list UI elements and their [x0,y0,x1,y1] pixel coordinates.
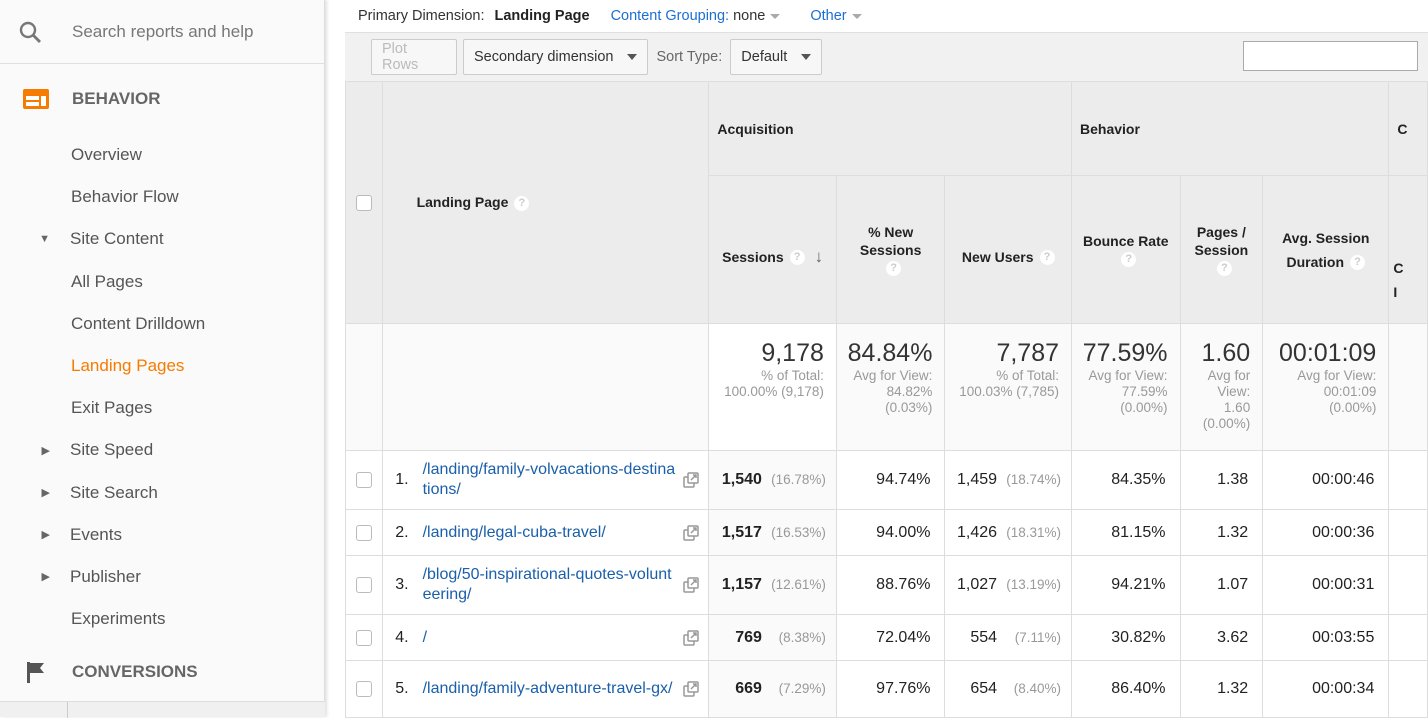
primary-dimension-landing-page[interactable]: Landing Page [495,8,590,24]
flag-icon [27,662,44,684]
sidebar-item-exit-pages[interactable]: Exit Pages [0,387,324,429]
sidebar-item-label: Site Speed [70,440,154,460]
search-bar[interactable]: Search reports and help [0,0,324,64]
plot-rows-button[interactable]: Plot Rows [371,39,457,75]
help-icon[interactable]: ? [789,250,805,266]
sidebar-item-label: Overview [71,145,142,165]
behavior-icon [23,89,49,109]
search-input[interactable]: Search reports and help [72,22,253,42]
sidebar-item-content-drilldown[interactable]: Content Drilldown [0,303,324,345]
sidebar-item-label: Experiments [71,609,166,629]
sort-desc-arrow-icon: ↓ [814,246,824,266]
row-checkbox[interactable] [355,524,372,541]
table-row: 5./landing/family-adventure-travel-gx/ 6… [345,660,1428,718]
section-conversions[interactable]: CONVERSIONS [0,640,324,704]
select-all-checkbox[interactable] [355,194,372,211]
sidebar-item-label: Exit Pages [71,398,153,418]
header-new-sessions[interactable]: % New Sessions? [835,175,946,324]
header-bounce-rate[interactable]: Bounce Rate? [1071,175,1181,324]
sidebar: Search reports and help BEHAVIOR Overvie… [0,0,325,718]
sidebar-item-label: All Pages [71,271,143,291]
header-new-users[interactable]: New Users? [944,175,1073,324]
landing-page-link[interactable]: /blog/50-inspirational-quotes-volunteeri… [423,565,679,605]
totals-row: 9,178% of Total: 100.00% (9,178) 84.84% Av… [345,323,1428,451]
sidebar-item-site-search[interactable]: ▶ Site Search [0,472,324,514]
chevron-right-icon: ▶ [41,487,50,500]
help-icon[interactable]: ? [886,261,902,277]
sort-type-dropdown[interactable]: Default [730,39,823,75]
chevron-down-icon: ▼ [39,233,50,246]
chevron-right-icon: ▶ [41,571,50,584]
table-search-input[interactable] [1243,41,1418,71]
landing-page-link[interactable]: /landing/family-adventure-travel-gx/ [423,679,679,699]
sidebar-item-label: Landing Pages [71,356,185,376]
table-row: 3./blog/50-inspirational-quotes-voluntee… [345,555,1428,615]
chevron-right-icon: ▶ [41,529,50,542]
help-icon[interactable]: ? [514,195,530,211]
table-row: 4./ 769 (8.38%) 72.04% 554 (7.11%) 30.82% … [345,614,1428,661]
help-icon[interactable]: ? [1350,255,1366,271]
section-behavior[interactable]: BEHAVIOR [0,64,324,134]
row-checkbox[interactable] [355,629,372,646]
sidebar-item-behavior-flow[interactable]: Behavior Flow [0,176,324,218]
table-toolbar: Plot Rows Secondary dimension Sort Type:… [345,32,1428,81]
open-external-icon[interactable] [682,524,700,542]
header-cut: CI [1388,175,1428,324]
header-pages-session[interactable]: Pages / Session? [1179,175,1264,324]
content-grouping-dropdown[interactable]: Content Grouping: none [611,8,781,24]
dimension-bar: Primary Dimension: Landing Page Content … [345,0,1428,32]
sidebar-item-all-pages[interactable]: All Pages [0,261,324,303]
sidebar-item-experiments[interactable]: Experiments [0,598,324,640]
help-icon[interactable]: ? [1121,252,1137,268]
sidebar-item-label: Publisher [70,566,141,586]
sidebar-item-label: Behavior Flow [71,187,179,207]
sidebar-item-landing-pages[interactable]: Landing Pages [0,345,324,387]
open-external-icon[interactable] [682,471,700,489]
search-icon [19,21,41,43]
caret-down-icon [627,54,638,60]
open-external-icon[interactable] [682,680,700,698]
group-conversions-cut: C [1388,81,1428,176]
row-checkbox[interactable] [355,681,372,697]
table-row: 1./landing/family-volvacations-destinati… [345,450,1428,510]
landing-page-link[interactable]: / [423,628,679,648]
sidebar-item-publisher[interactable]: ▶ Publisher [0,556,324,598]
landing-page-link[interactable]: /landing/family-volvacations-destination… [423,460,679,500]
sidebar-item-label: Site Content [70,229,164,249]
data-table: Landing Page? Acquisition Behavior C Ses… [345,81,1428,718]
header-sessions[interactable]: Sessions? ↓ [708,175,837,324]
header-landing-page[interactable]: Landing Page? [381,81,710,324]
caret-down-icon [801,54,812,60]
sidebar-item-site-speed[interactable]: ▶ Site Speed [0,429,324,471]
group-behavior: Behavior [1071,81,1390,176]
caret-down-icon [851,13,862,19]
help-icon[interactable]: ? [1216,261,1232,277]
other-dropdown[interactable]: Other [810,8,862,24]
sidebar-item-label: Events [70,524,122,544]
sidebar-item-events[interactable]: ▶ Events [0,514,324,556]
open-external-icon[interactable] [682,629,700,647]
help-icon[interactable]: ? [1039,250,1055,266]
sidebar-footer [0,701,325,718]
header-avg-session-duration[interactable]: Avg. Session Duration? [1262,175,1390,324]
group-acquisition: Acquisition [708,81,1073,176]
sidebar-item-label: Site Search [70,482,158,502]
chevron-right-icon: ▶ [41,444,50,457]
sidebar-item-overview[interactable]: Overview [0,134,324,176]
row-checkbox[interactable] [355,577,372,593]
landing-page-link[interactable]: /landing/legal-cuba-travel/ [423,523,679,543]
row-checkbox[interactable] [355,472,372,488]
secondary-dimension-dropdown[interactable]: Secondary dimension [463,39,649,75]
table-row: 2./landing/legal-cuba-travel/ 1,517 (16.5… [345,509,1428,556]
sidebar-item-label: Content Drilldown [71,313,206,333]
open-external-icon[interactable] [682,576,700,594]
caret-down-icon [770,13,781,19]
sidebar-item-site-content[interactable]: ▼ Site Content [0,218,324,260]
